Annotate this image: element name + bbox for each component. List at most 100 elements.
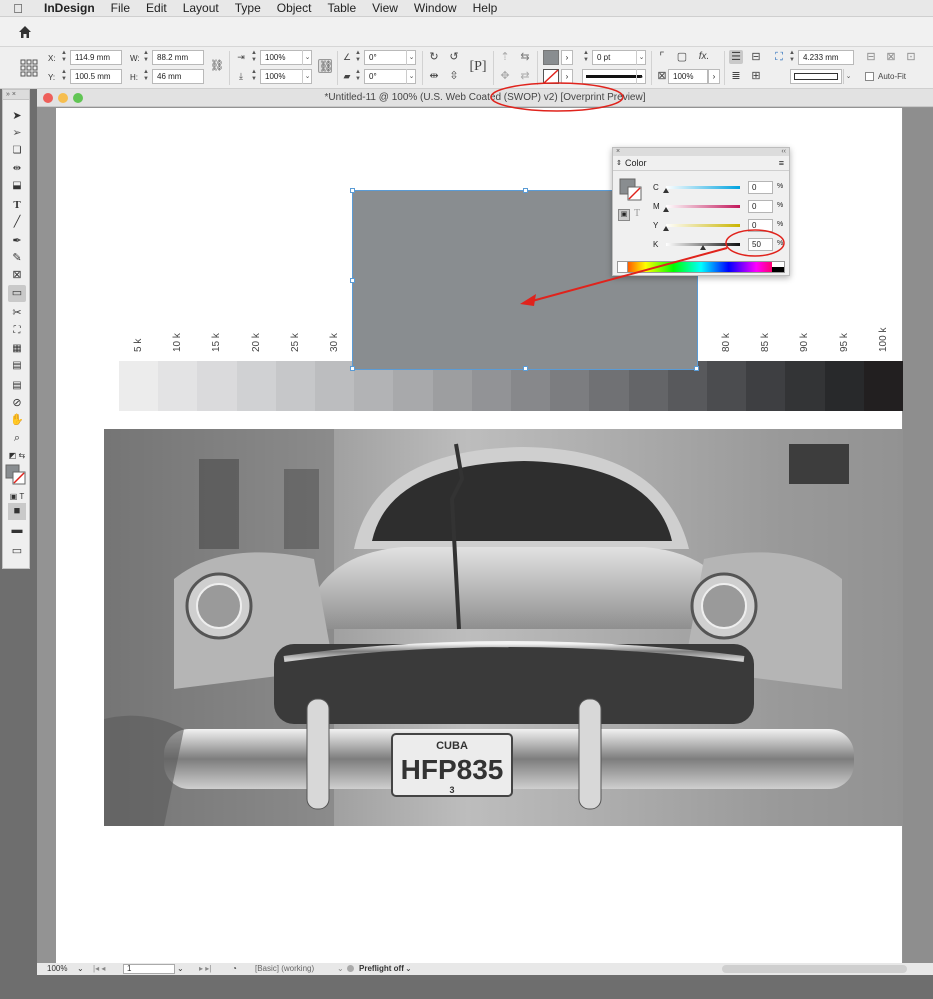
none-swatch[interactable] bbox=[618, 262, 628, 272]
menu-app-indesign[interactable]: InDesign bbox=[36, 1, 103, 15]
stroke-weight-stepper[interactable]: ▲ ▼ bbox=[582, 50, 590, 65]
y-stepper[interactable]: ▲ ▼ bbox=[60, 69, 68, 84]
tools-panel-header[interactable]: » × bbox=[3, 90, 29, 100]
menu-view[interactable]: View bbox=[364, 1, 406, 15]
apply-none-icon[interactable]: ▬ bbox=[8, 522, 26, 539]
fill-stroke-proxy-icon[interactable] bbox=[619, 178, 643, 202]
frame-handle-bottom[interactable] bbox=[523, 366, 528, 371]
magenta-slider-thumb[interactable] bbox=[663, 207, 669, 212]
auto-fit-checkbox[interactable] bbox=[865, 72, 874, 81]
zoom-level[interactable]: 100% bbox=[47, 964, 67, 973]
content-collector-icon[interactable]: ⬓ bbox=[8, 177, 26, 194]
menu-file[interactable]: File bbox=[103, 1, 138, 15]
w-stepper[interactable]: ▲ ▼ bbox=[142, 50, 150, 65]
menu-layout[interactable]: Layout bbox=[175, 1, 227, 15]
menu-object[interactable]: Object bbox=[269, 1, 320, 15]
align-center-icon[interactable]: ⊟ bbox=[749, 50, 763, 64]
color-panel-tab[interactable]: ⇕ Color ≡ bbox=[613, 156, 789, 171]
cyan-slider-thumb[interactable] bbox=[663, 188, 669, 193]
opacity-field[interactable]: 100% bbox=[668, 69, 708, 84]
frame-handle-bottom-right[interactable] bbox=[694, 366, 699, 371]
x-position-field[interactable]: 114.9 mm bbox=[70, 50, 122, 65]
scale-y-stepper[interactable]: ▲ ▼ bbox=[250, 69, 258, 84]
stroke-none-swatch[interactable] bbox=[543, 69, 559, 84]
screen-mode-icon[interactable]: ▭ bbox=[8, 543, 26, 560]
gradient-feather-tool-icon[interactable]: ▤ bbox=[8, 357, 26, 374]
color-panel-header[interactable]: × ‹‹ bbox=[613, 148, 789, 156]
rotate-dropdown[interactable]: ⌄ bbox=[406, 50, 416, 65]
horizontal-scrollbar[interactable] bbox=[722, 965, 907, 973]
rotate-counterclockwise-icon[interactable]: ↺ bbox=[447, 50, 461, 64]
dimension-stepper[interactable]: ▲ ▼ bbox=[788, 50, 796, 65]
corner-options-icon[interactable]: ⌜ bbox=[655, 50, 669, 64]
text-formatting-icon[interactable]: T bbox=[634, 208, 640, 219]
frame-style-field[interactable] bbox=[790, 69, 842, 84]
hand-tool-icon[interactable]: ✋ bbox=[8, 412, 26, 429]
scale-x-stepper[interactable]: ▲ ▼ bbox=[250, 50, 258, 65]
line-tool-icon[interactable]: ╱ bbox=[8, 214, 26, 231]
scissors-tool-icon[interactable]: ✂ bbox=[8, 305, 26, 322]
home-icon[interactable] bbox=[17, 24, 33, 40]
preflight-status[interactable]: Preflight off bbox=[359, 964, 404, 973]
black-swatch[interactable] bbox=[772, 267, 784, 272]
frame-fitting-icon[interactable]: ⛶ bbox=[772, 50, 786, 64]
shear-stepper[interactable]: ▲ ▼ bbox=[354, 69, 362, 84]
next-page-icon[interactable]: ▸ ▸| bbox=[199, 964, 211, 973]
menu-window[interactable]: Window bbox=[406, 1, 465, 15]
pen-tool-icon[interactable]: ✒ bbox=[8, 233, 26, 250]
effects-icon[interactable]: fx. bbox=[697, 50, 711, 64]
type-tool-icon[interactable]: T bbox=[8, 197, 26, 214]
zoom-dropdown-icon[interactable]: ⌄ bbox=[77, 964, 84, 973]
profile-dropdown-icon[interactable]: ⌄ bbox=[337, 964, 344, 973]
select-container-icon[interactable]: ⇡ bbox=[498, 50, 512, 64]
stroke-dropdown[interactable]: › bbox=[561, 69, 573, 84]
gap-tool-icon[interactable]: ⇹ bbox=[8, 160, 26, 177]
flip-horizontal-icon[interactable]: ⇹ bbox=[427, 69, 441, 83]
apply-color-icon[interactable]: ■ bbox=[8, 503, 26, 520]
frame-handle-bottom-left[interactable] bbox=[350, 366, 355, 371]
page-tool-icon[interactable]: ❏ bbox=[8, 142, 26, 159]
magenta-slider-track[interactable] bbox=[666, 205, 740, 208]
black-value-field[interactable]: 50 bbox=[748, 238, 773, 251]
select-content-icon[interactable]: ✥ bbox=[498, 69, 512, 83]
rectangle-frame-tool-icon[interactable]: ⊠ bbox=[8, 267, 26, 284]
eyedropper-tool-icon[interactable]: ⊘ bbox=[8, 395, 26, 412]
select-next-icon[interactable]: ⇄ bbox=[518, 69, 532, 83]
scale-x-dropdown[interactable]: ⌄ bbox=[302, 50, 312, 65]
cyan-value-field[interactable]: 0 bbox=[748, 181, 773, 194]
black-slider-thumb[interactable] bbox=[700, 245, 706, 250]
default-fill-stroke-icon[interactable]: ◩ ⇆ bbox=[8, 447, 26, 464]
stroke-weight-dropdown[interactable]: ⌄ bbox=[636, 50, 646, 65]
dimension-field[interactable]: 4.233 mm bbox=[798, 50, 854, 65]
center-content-icon[interactable]: ⊡ bbox=[904, 50, 918, 64]
frame-handle-top[interactable] bbox=[523, 188, 528, 193]
h-stepper[interactable]: ▲ ▼ bbox=[142, 69, 150, 84]
color-spectrum-ramp[interactable] bbox=[617, 261, 785, 273]
align-bottom-icon[interactable]: ≣ bbox=[729, 69, 743, 83]
panel-menu-icon[interactable]: ≡ bbox=[779, 156, 784, 171]
opacity-dropdown[interactable]: › bbox=[708, 69, 720, 84]
shear-dropdown[interactable]: ⌄ bbox=[406, 69, 416, 84]
constrain-proportions-icon[interactable]: ⛓ bbox=[210, 59, 224, 73]
flip-vertical-icon[interactable]: ⇳ bbox=[447, 69, 461, 83]
rotate-stepper[interactable]: ▲ ▼ bbox=[354, 50, 362, 65]
gradient-swatch-tool-icon[interactable]: ▦ bbox=[8, 340, 26, 357]
rectangle-tool-icon[interactable]: ▭ bbox=[8, 285, 26, 302]
align-top-icon[interactable]: ☰ bbox=[729, 50, 743, 64]
fit-frame-icon[interactable]: ⊠ bbox=[884, 50, 898, 64]
menu-help[interactable]: Help bbox=[465, 1, 506, 15]
menu-type[interactable]: Type bbox=[227, 1, 269, 15]
collapse-panel-icon[interactable]: ‹‹ bbox=[781, 148, 786, 156]
zoom-tool-icon[interactable]: ⌕ bbox=[8, 430, 26, 447]
constrain-scale-icon[interactable]: ⛓ bbox=[318, 59, 333, 73]
free-transform-tool-icon[interactable]: ⛶ bbox=[8, 322, 26, 339]
fill-stroke-swatch-icon[interactable] bbox=[5, 464, 27, 486]
stroke-type-dropdown[interactable]: ⌄ bbox=[636, 69, 646, 84]
y-position-field[interactable]: 100.5 mm bbox=[70, 69, 122, 84]
pencil-tool-icon[interactable]: ✎ bbox=[8, 250, 26, 267]
drop-shadow-icon[interactable]: ▢ bbox=[675, 50, 689, 64]
container-formatting-icon[interactable]: ▣ bbox=[618, 209, 630, 221]
page-dropdown-icon[interactable]: ⌄ bbox=[177, 964, 184, 973]
select-previous-icon[interactable]: ⇆ bbox=[518, 50, 532, 64]
menu-edit[interactable]: Edit bbox=[138, 1, 175, 15]
